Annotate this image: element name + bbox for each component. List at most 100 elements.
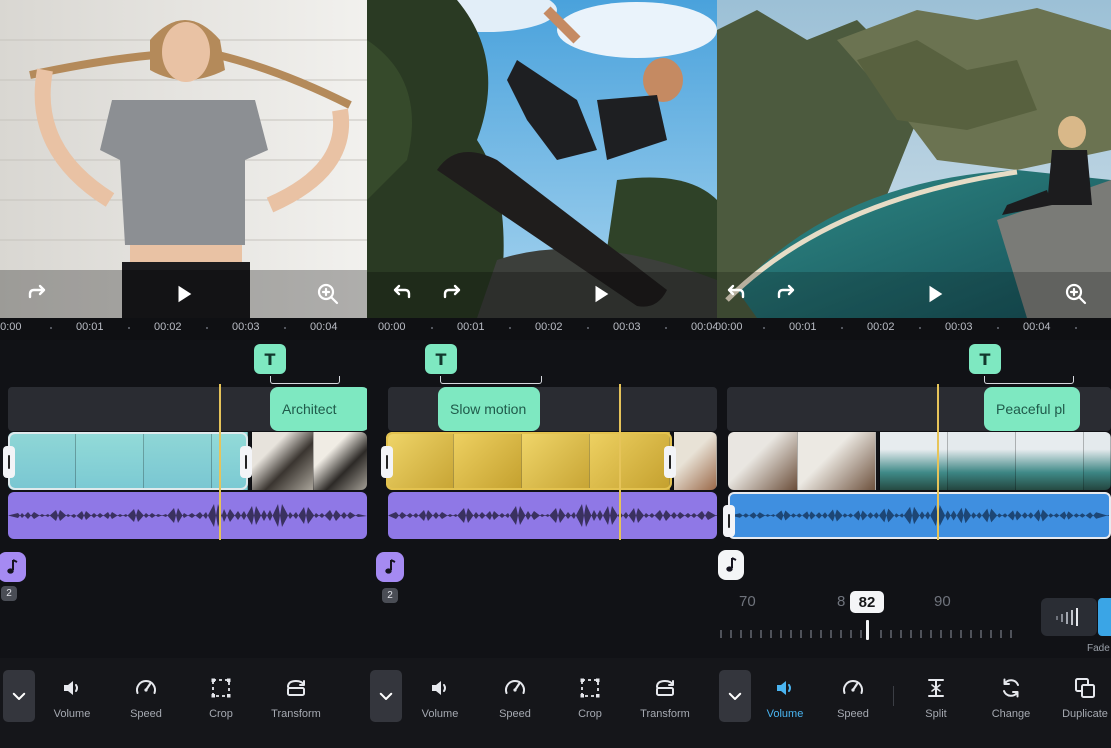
trim-handle-left[interactable]: [723, 505, 735, 537]
music-note-icon: [726, 557, 737, 572]
timeline[interactable]: T Slow motion 2: [367, 340, 717, 658]
ruler-label: 00:04: [1023, 321, 1051, 333]
volume-value-badge: 82: [850, 591, 884, 613]
text-track-marker[interactable]: T: [425, 344, 457, 374]
ruler-label: 00:02: [867, 321, 895, 333]
ruler-label: 00:02: [154, 321, 182, 333]
playhead[interactable]: [937, 384, 939, 540]
zoom-in-button[interactable]: [1062, 280, 1090, 308]
trim-handle-left[interactable]: [381, 446, 393, 478]
text-clip[interactable]: Architect: [270, 387, 367, 431]
fade-button[interactable]: [1041, 598, 1097, 636]
volume-icon: [64, 681, 78, 695]
editor-panel-3: 00:00 00:01 00:02 00:03 00:04 T Peaceful…: [717, 0, 1111, 748]
audio-track[interactable]: [8, 492, 367, 539]
tool-transform[interactable]: Transform: [630, 676, 700, 720]
ruler-label: 00:01: [76, 321, 104, 333]
collapse-button[interactable]: [3, 670, 35, 722]
tool-label: Change: [991, 708, 1031, 720]
trim-handle-right[interactable]: [240, 446, 252, 478]
audio-track[interactable]: [728, 492, 1111, 539]
tool-speed[interactable]: Speed: [111, 676, 181, 720]
chevron-down-icon: [379, 692, 393, 700]
video-thumbnail: [798, 432, 876, 490]
tool-label: Speed: [837, 708, 869, 720]
ruler-label: 00:00: [717, 321, 743, 333]
time-ruler: 00:00 00:01 00:02 00:03 00:04: [717, 318, 1111, 340]
trim-handle-left[interactable]: [3, 446, 15, 478]
ruler-label: 00:00: [378, 321, 406, 333]
music-marker[interactable]: [0, 552, 26, 582]
play-button[interactable]: [587, 280, 615, 308]
clip-count-badge: 2: [1, 586, 17, 601]
audio-waveform: [730, 504, 1109, 527]
music-marker[interactable]: [718, 550, 744, 580]
playhead[interactable]: [219, 384, 221, 540]
tool-label: Volume: [53, 708, 91, 720]
play-button[interactable]: [170, 280, 198, 308]
tool-speed[interactable]: Speed: [818, 676, 888, 720]
ruler-label: 00:03: [613, 321, 641, 333]
volume-icon: [777, 681, 791, 695]
ruler-label: 00:01: [457, 321, 485, 333]
volume-scale-label: 90: [934, 593, 951, 610]
timeline[interactable]: T Architect 2: [0, 340, 367, 658]
text-clip[interactable]: Peaceful pl: [984, 387, 1080, 431]
ruler-label: 00:03: [232, 321, 260, 333]
text-track-marker[interactable]: T: [969, 344, 1001, 374]
play-button[interactable]: [921, 280, 949, 308]
preview-frame-skater: [367, 0, 717, 318]
redo-button[interactable]: [24, 280, 52, 308]
audio-track[interactable]: [388, 492, 717, 539]
time-ruler: 00:00 00:01 00:02 00:03 00:04: [367, 318, 717, 340]
redo-icon: [443, 284, 461, 299]
undo-button[interactable]: [721, 280, 749, 308]
collapse-button[interactable]: [719, 670, 751, 722]
ruler-label: 00:02: [535, 321, 563, 333]
tool-duplicate[interactable]: Duplicate: [1050, 676, 1111, 720]
tool-volume[interactable]: Volume: [37, 676, 107, 720]
undo-icon: [393, 284, 411, 299]
bottom-toolbar: Volume Speed Crop Transform: [0, 658, 367, 748]
redo-button[interactable]: [773, 280, 801, 308]
tool-label: Volume: [421, 708, 459, 720]
music-note-icon: [385, 559, 396, 574]
playhead[interactable]: [619, 384, 621, 540]
tool-split[interactable]: Split: [901, 676, 971, 720]
tool-volume[interactable]: Volume: [405, 676, 475, 720]
tool-speed[interactable]: Speed: [480, 676, 550, 720]
text-track-marker[interactable]: T: [254, 344, 286, 374]
video-preview: [0, 0, 367, 318]
ruler-label: 00:00: [0, 321, 22, 333]
tool-volume[interactable]: Volume: [750, 676, 820, 720]
chevron-down-icon: [12, 692, 26, 700]
timeline[interactable]: T Peaceful pl 70 8 90 82 Fade: [717, 340, 1111, 658]
video-thumbnail: [1084, 432, 1111, 490]
tool-label: Split: [925, 708, 947, 720]
music-marker[interactable]: [376, 552, 404, 582]
zoom-in-button[interactable]: [314, 280, 342, 308]
redo-button[interactable]: [439, 280, 467, 308]
volume-scale-label: 70: [739, 593, 756, 610]
tool-change[interactable]: Change: [976, 676, 1046, 720]
ruler-label: 00:03: [945, 321, 973, 333]
text-clip[interactable]: Slow motion: [438, 387, 540, 431]
tool-crop[interactable]: Crop: [555, 676, 625, 720]
tool-label: Volume: [766, 708, 804, 720]
collapse-button[interactable]: [370, 670, 402, 722]
undo-button[interactable]: [387, 280, 415, 308]
tool-crop[interactable]: Crop: [186, 676, 256, 720]
ruler-dot: [284, 327, 286, 329]
fade-bars-icon: [1056, 608, 1078, 626]
chevron-down-icon: [728, 692, 742, 700]
selected-clip-frame: [8, 432, 248, 490]
text-range-bracket: [270, 376, 340, 384]
ruler-dot: [206, 327, 208, 329]
tool-transform[interactable]: Transform: [261, 676, 331, 720]
video-track[interactable]: [728, 432, 1111, 490]
zoom-in-icon: [317, 283, 339, 305]
volume-slider-thumb[interactable]: [866, 620, 869, 640]
speed-icon: [505, 680, 525, 694]
split-icon: [928, 679, 944, 697]
trim-handle-right[interactable]: [664, 446, 676, 478]
